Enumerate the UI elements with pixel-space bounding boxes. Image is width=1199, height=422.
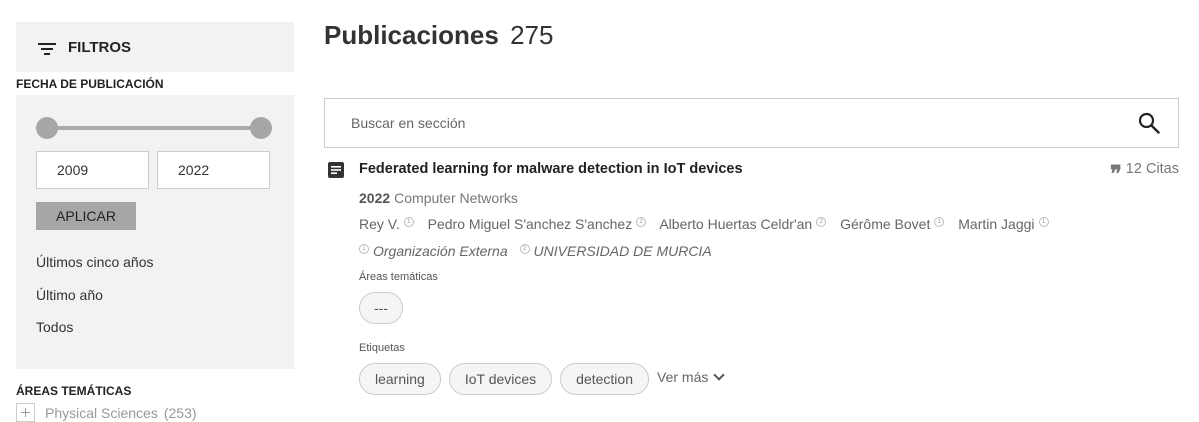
citations-count[interactable]: ❞ 12 Citas — [1110, 161, 1179, 185]
publication-title-link[interactable]: Federated learning for malware detection… — [359, 161, 743, 177]
filter-icon — [38, 41, 56, 55]
journal-name: Computer Networks — [394, 190, 518, 206]
filter-last-five-years[interactable]: Últimos cinco años — [36, 254, 154, 270]
filters-header: FILTROS — [16, 22, 294, 72]
date-filter-label: FECHA DE PUBLICACIÓN — [16, 77, 164, 91]
author-name: Martin Jaggi — [958, 216, 1035, 232]
organization-name: Organización Externa — [373, 243, 508, 259]
year-from-input[interactable] — [36, 151, 149, 189]
apply-button[interactable]: APLICAR — [36, 202, 136, 230]
thematic-area-chip: --- — [359, 292, 403, 324]
area-count: (253) — [163, 404, 197, 421]
document-icon — [328, 162, 344, 178]
quote-icon: ❞ — [1109, 161, 1122, 187]
organization-number: 1 — [359, 244, 369, 254]
publication-count: 275 — [510, 20, 554, 50]
slider-min-handle[interactable] — [36, 117, 58, 139]
affiliation-marker: 1 — [1038, 217, 1049, 227]
publication-meta: 2022 Computer Networks — [359, 190, 518, 206]
slider-max-handle[interactable] — [250, 117, 272, 139]
author-name: Rey V. — [359, 216, 400, 232]
show-more-button[interactable]: Ver más — [657, 369, 726, 385]
area-item-physical-sciences[interactable]: Physical Sciences (253) — [16, 403, 197, 422]
filter-last-year[interactable]: Último año — [36, 287, 103, 303]
author-name: Alberto Huertas Celdr'an — [659, 216, 813, 232]
show-more-label: Ver más — [657, 369, 709, 385]
tag-chip[interactable]: learning — [359, 363, 441, 395]
filter-all[interactable]: Todos — [36, 319, 73, 335]
year-range-slider[interactable] — [36, 117, 272, 139]
organization-name: UNIVERSIDAD DE MURCIA — [533, 243, 712, 259]
page-title: Publicaciones 275 — [324, 20, 553, 51]
citations-label: 12 Citas — [1125, 161, 1179, 177]
expand-plus-icon[interactable] — [16, 403, 35, 422]
affiliation-marker: 2 — [816, 217, 827, 227]
author-list: Rey V. 1 Pedro Miguel S'anchez S'anchez 2 … — [359, 216, 1059, 232]
affiliation-marker: 1 — [403, 217, 414, 227]
date-filter-panel: APLICAR Últimos cinco años Último año To… — [16, 95, 294, 369]
author-name: Pedro Miguel S'anchez S'anchez — [427, 216, 633, 232]
organization-link[interactable]: 2 UNIVERSIDAD DE MURCIA — [519, 243, 712, 259]
section-search — [324, 98, 1179, 148]
affiliation-marker: 2 — [636, 217, 647, 227]
organization-number: 2 — [519, 244, 530, 254]
author-link[interactable]: Rey V. 1 — [359, 216, 414, 232]
tag-chip[interactable]: IoT devices — [448, 363, 553, 395]
author-link[interactable]: Gérôme Bovet 1 — [840, 216, 945, 232]
page-title-text: Publicaciones — [324, 20, 499, 50]
author-link[interactable]: Alberto Huertas Celdr'an 2 — [659, 216, 827, 232]
area-name: Physical Sciences — [45, 404, 158, 421]
year-to-input[interactable] — [157, 151, 270, 189]
search-icon[interactable] — [1138, 112, 1160, 134]
chevron-down-icon — [713, 369, 726, 381]
organization-list: 1 Organización Externa 2 UNIVERSIDAD DE MU… — [359, 243, 720, 259]
tag-chip[interactable]: detection — [560, 363, 649, 395]
tags-row: learning IoT devices detection Ver más — [359, 363, 726, 395]
author-link[interactable]: Pedro Miguel S'anchez S'anchez 2 — [428, 216, 647, 232]
tags-label: Etiquetas — [359, 342, 405, 354]
slider-track — [46, 126, 262, 130]
areas-filter-label: ÁREAS TEMÁTICAS — [16, 384, 132, 398]
publication-year: 2022 — [359, 190, 391, 206]
search-input[interactable] — [325, 99, 1125, 147]
author-link[interactable]: Martin Jaggi 1 — [958, 216, 1049, 232]
filters-title: FILTROS — [68, 38, 132, 56]
affiliation-marker: 1 — [934, 217, 945, 227]
organization-link[interactable]: 1 Organización Externa — [359, 243, 508, 259]
author-name: Gérôme Bovet — [840, 216, 931, 232]
thematic-areas-label: Áreas temáticas — [359, 271, 438, 283]
